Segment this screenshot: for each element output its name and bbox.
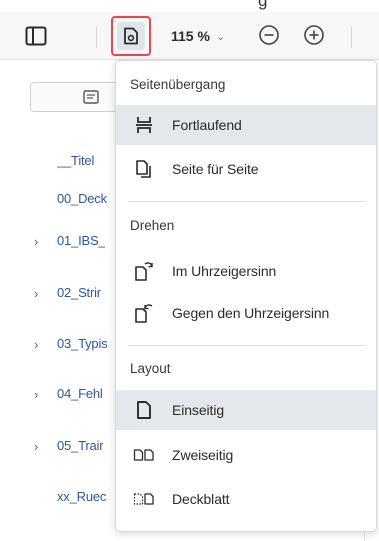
outline-view-icon bbox=[83, 90, 99, 104]
section-heading-layout: Layout bbox=[130, 361, 171, 376]
menu-item-two-page[interactable]: Zweiseitig bbox=[116, 435, 376, 475]
outline-item[interactable]: 00_Deck bbox=[57, 191, 107, 211]
menu-item-label: Einseitig bbox=[172, 402, 225, 418]
toolbar: 115 % ⌄ bbox=[0, 12, 379, 60]
section-heading-transition: Seitenübergang bbox=[130, 77, 226, 92]
section-heading-rotate: Drehen bbox=[130, 218, 175, 233]
chevron-right-icon[interactable]: › bbox=[34, 234, 38, 249]
zoom-out-icon bbox=[259, 25, 279, 45]
outline-item[interactable]: xx_Ruec bbox=[57, 489, 106, 509]
sidebar-toggle-icon bbox=[25, 26, 47, 46]
menu-item-rotate-clockwise[interactable]: Im Uhrzeigersinn bbox=[116, 251, 376, 291]
page-settings-button[interactable] bbox=[111, 16, 151, 56]
toolbar-divider bbox=[96, 26, 97, 48]
chevron-down-icon: ⌄ bbox=[215, 30, 226, 43]
rotate-clockwise-icon bbox=[132, 259, 156, 283]
menu-item-page-by-page[interactable]: Seite für Seite bbox=[116, 149, 376, 189]
chevron-right-icon[interactable]: › bbox=[34, 286, 38, 301]
zoom-level: 115 % bbox=[171, 28, 210, 44]
outline-item[interactable]: 05_Trair bbox=[57, 438, 103, 458]
menu-item-label: Fortlaufend bbox=[172, 117, 242, 133]
zoom-in-button[interactable] bbox=[302, 23, 326, 47]
outline-item[interactable]: 02_Strir bbox=[57, 285, 101, 305]
page-by-page-icon bbox=[132, 157, 156, 181]
menu-divider bbox=[128, 201, 366, 202]
toolbar-divider bbox=[351, 26, 352, 48]
zoom-select[interactable]: 115 % ⌄ bbox=[171, 22, 225, 50]
outline-item[interactable]: 03_Typis bbox=[57, 336, 107, 356]
menu-item-rotate-counterclockwise[interactable]: Gegen den Uhrzeigersinn bbox=[116, 293, 376, 333]
menu-item-continuous[interactable]: Fortlaufend bbox=[116, 105, 376, 145]
zoom-out-button[interactable] bbox=[257, 23, 281, 47]
caption-text: g bbox=[258, 0, 268, 10]
menu-item-cover-page[interactable]: Deckblatt bbox=[116, 479, 376, 519]
menu-divider bbox=[128, 345, 366, 346]
single-page-icon bbox=[132, 398, 156, 422]
menu-item-label: Deckblatt bbox=[172, 491, 230, 507]
outline-item[interactable]: 01_IBS_ bbox=[57, 233, 105, 253]
menu-item-single-page[interactable]: Einseitig bbox=[116, 390, 376, 430]
zoom-in-icon bbox=[304, 25, 324, 45]
top-caption-fragment: g bbox=[0, 0, 379, 12]
page-settings-menu: Seitenübergang Fortlaufend Seite für Sei… bbox=[115, 60, 377, 532]
menu-item-label: Zweiseitig bbox=[172, 447, 234, 463]
menu-item-label: Seite für Seite bbox=[172, 161, 259, 177]
menu-item-label: Gegen den Uhrzeigersinn bbox=[172, 305, 330, 321]
menu-item-label: Im Uhrzeigersinn bbox=[172, 263, 277, 279]
outline-item[interactable]: 04_Fehl bbox=[57, 386, 103, 406]
cover-page-icon bbox=[132, 487, 156, 511]
page-settings-inner bbox=[117, 22, 145, 50]
continuous-scroll-icon bbox=[132, 113, 156, 137]
chevron-right-icon[interactable]: › bbox=[34, 337, 38, 352]
chevron-right-icon[interactable]: › bbox=[34, 439, 38, 454]
chevron-right-icon[interactable]: › bbox=[34, 387, 38, 402]
sidebar-toggle-button[interactable] bbox=[22, 22, 50, 50]
outline-item[interactable]: __Titel bbox=[57, 153, 94, 173]
rotate-counterclockwise-icon bbox=[132, 301, 156, 325]
two-page-icon bbox=[132, 443, 156, 467]
page-settings-icon bbox=[124, 27, 138, 45]
